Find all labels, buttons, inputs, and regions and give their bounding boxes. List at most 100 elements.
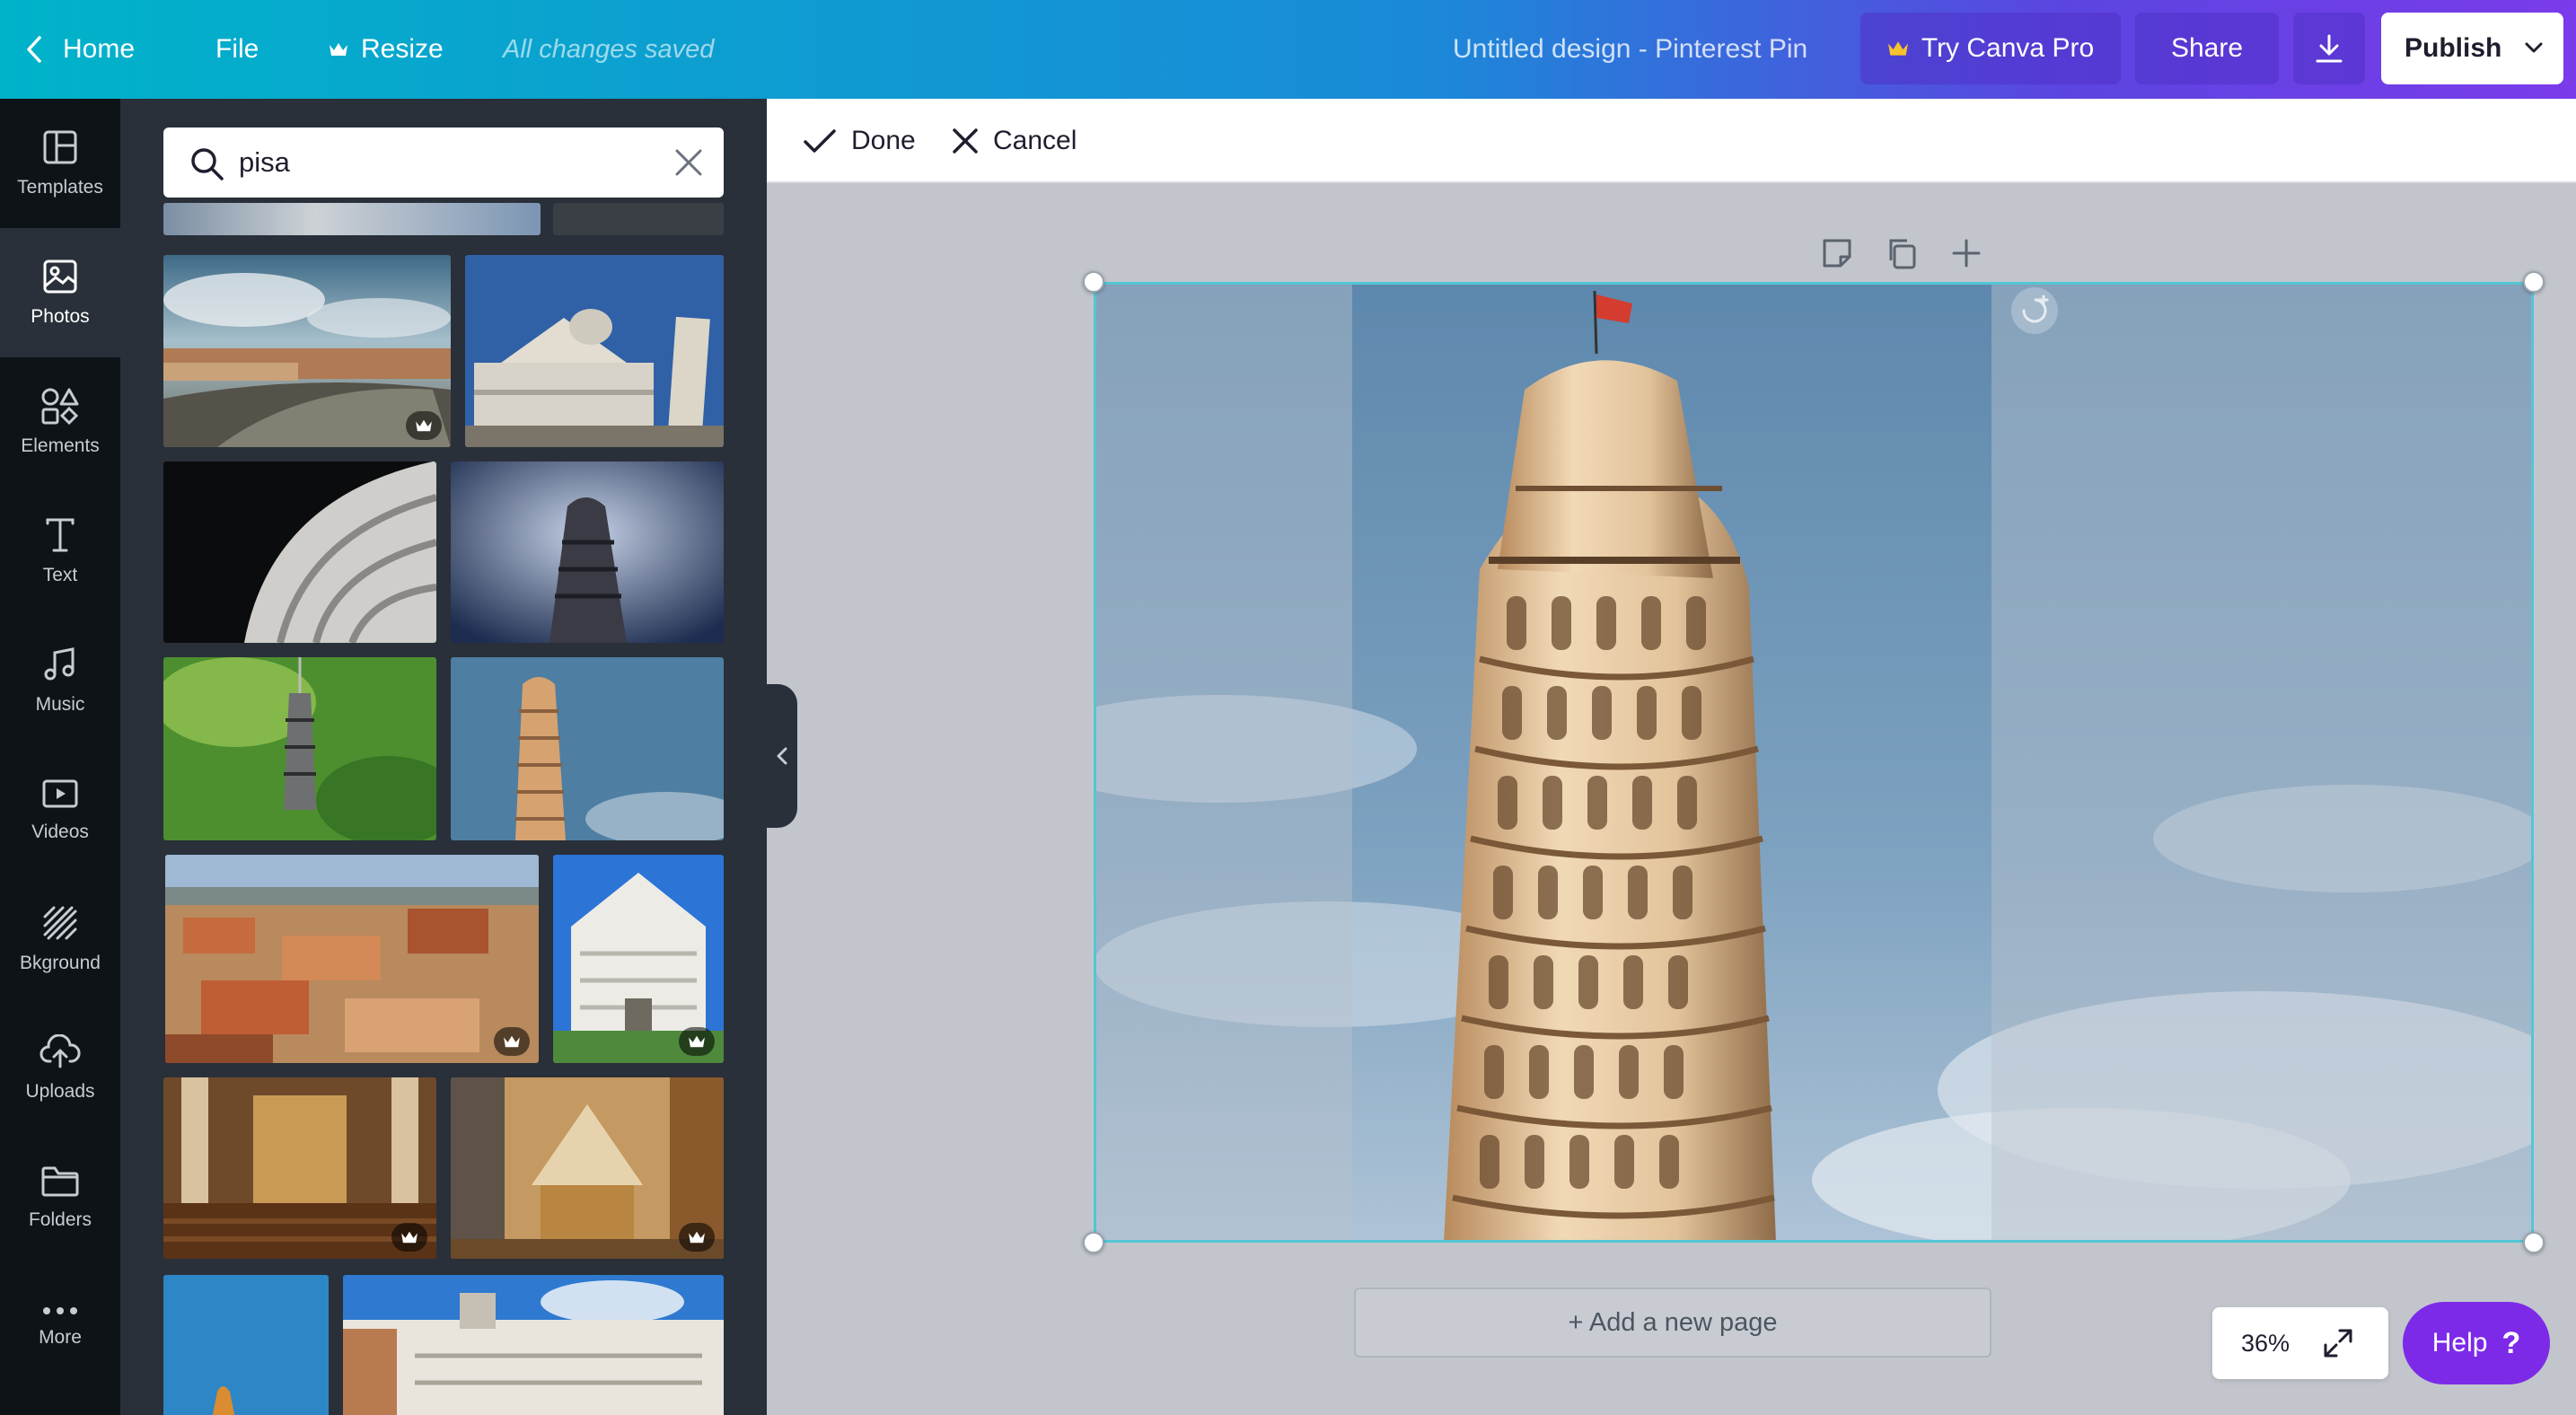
photo-search-box (163, 127, 724, 198)
premium-badge (391, 1223, 427, 1252)
rotate-handle[interactable] (2011, 287, 2058, 334)
photo-thumbnail[interactable] (163, 255, 451, 447)
rail-item-folders[interactable]: Folders (0, 1133, 120, 1262)
premium-badge (679, 1223, 715, 1252)
chevron-left-icon (777, 747, 787, 765)
photo-tower-keychain (163, 657, 436, 840)
photo-tower-closeup (163, 461, 436, 643)
cancel-button[interactable]: Cancel (952, 99, 1077, 183)
photo-thumbnail[interactable] (163, 1077, 436, 1259)
tower-of-pisa-photo[interactable] (1094, 282, 2534, 1243)
publish-button[interactable]: Publish (2381, 13, 2563, 84)
duplicate-page-icon[interactable] (1884, 235, 1920, 271)
design-title[interactable]: Untitled design - Pinterest Pin (1453, 0, 1807, 99)
photo-thumbnail[interactable] (165, 855, 539, 1063)
rail-label: Music (35, 694, 85, 715)
add-page-icon[interactable] (1948, 235, 1984, 271)
premium-badge (494, 1027, 530, 1056)
help-label: Help (2431, 1328, 2488, 1358)
photo-thumbnail-partial[interactable] (163, 203, 541, 235)
home-button[interactable]: Home (25, 0, 135, 99)
rail-label: Text (42, 565, 78, 585)
rail-label: Uploads (25, 1081, 95, 1102)
photos-icon (43, 259, 77, 294)
photo-thumbnail[interactable] (553, 855, 724, 1063)
rail-label: Elements (21, 435, 100, 456)
photo-thumbnail[interactable] (163, 461, 436, 643)
top-bar: Home File Resize All changes saved Untit… (0, 0, 2576, 99)
resize-handle-top-left[interactable] (1083, 271, 1104, 293)
question-mark-icon: ? (2501, 1325, 2521, 1360)
rail-item-photos[interactable]: Photos (0, 228, 120, 357)
download-button[interactable] (2293, 13, 2365, 84)
rail-item-elements[interactable]: Elements (0, 357, 120, 487)
home-label: Home (63, 34, 136, 64)
photo-thumbnail[interactable] (451, 1077, 724, 1259)
templates-icon (43, 130, 77, 164)
crown-icon (689, 1231, 705, 1244)
premium-badge (406, 411, 442, 440)
photo-cathedral-tower (465, 255, 724, 447)
crop-toolbar: Done Cancel (767, 99, 2576, 183)
more-icon (43, 1307, 77, 1314)
chevron-left-icon (27, 36, 41, 63)
rail-item-background[interactable]: Bkground (0, 874, 120, 1004)
resize-handle-bottom-right[interactable] (2523, 1232, 2545, 1253)
rail-item-text[interactable]: Text (0, 487, 120, 616)
rail-label: Videos (31, 822, 89, 842)
try-canva-pro-button[interactable]: Try Canva Pro (1860, 13, 2121, 84)
page-tools (1819, 233, 1984, 273)
zoom-control[interactable]: 36% (2212, 1307, 2388, 1379)
save-status: All changes saved (503, 34, 715, 64)
fullscreen-icon[interactable] (2322, 1327, 2354, 1359)
add-new-page-button[interactable]: + Add a new page (1354, 1288, 1991, 1358)
elements-icon (41, 388, 79, 425)
rail-item-uploads[interactable]: Uploads (0, 1004, 120, 1133)
photo-thumbnail[interactable] (451, 657, 724, 840)
done-button[interactable]: Done (803, 99, 916, 183)
photo-tower-stormy (451, 461, 724, 643)
resize-handle-top-right[interactable] (2523, 271, 2545, 293)
download-icon (2316, 34, 2343, 63)
share-button[interactable]: Share (2135, 13, 2279, 84)
crown-icon (401, 1231, 418, 1244)
photo-tower-blue-sky (451, 657, 724, 840)
videos-icon (42, 779, 78, 808)
rail-label: Bkground (20, 953, 101, 973)
design-canvas[interactable] (1094, 282, 2534, 1243)
rotate-icon (2022, 294, 2049, 323)
resize-handle-bottom-left[interactable] (1083, 1232, 1104, 1253)
photo-thumbnail[interactable] (465, 255, 724, 447)
cancel-label: Cancel (993, 126, 1077, 155)
photo-thumbnail[interactable] (343, 1275, 724, 1415)
rail-item-more[interactable]: More (0, 1262, 120, 1392)
search-input[interactable] (239, 140, 625, 185)
rail-item-templates[interactable]: Templates (0, 99, 120, 228)
photo-thumbnail[interactable] (163, 1275, 329, 1415)
file-menu-button[interactable]: File (215, 0, 259, 99)
photo-palazzo (343, 1275, 724, 1415)
photo-thumbnail[interactable] (163, 657, 436, 840)
crown-icon (1887, 41, 1908, 56)
resize-button[interactable]: Resize (329, 0, 444, 99)
text-icon (46, 518, 75, 552)
rail-label: Photos (31, 306, 90, 327)
rail-label: More (39, 1327, 82, 1348)
crown-icon (689, 1035, 705, 1048)
notes-icon[interactable] (1819, 235, 1855, 271)
search-icon (191, 148, 224, 180)
photos-panel (120, 99, 767, 1415)
help-button[interactable]: Help ? (2403, 1302, 2550, 1384)
close-icon (953, 128, 978, 154)
rail-item-videos[interactable]: Videos (0, 745, 120, 874)
chevron-down-icon (2525, 42, 2543, 53)
collapse-panel-button[interactable] (767, 684, 797, 828)
photo-thumbnail[interactable] (451, 461, 724, 643)
rail-item-music[interactable]: Music (0, 616, 120, 745)
close-icon[interactable] (673, 147, 704, 178)
music-icon (44, 647, 75, 681)
publish-label: Publish (2405, 33, 2502, 63)
premium-badge (679, 1027, 715, 1056)
photo-thumbnail-partial[interactable] (553, 203, 724, 235)
rail-label: Templates (17, 177, 103, 198)
